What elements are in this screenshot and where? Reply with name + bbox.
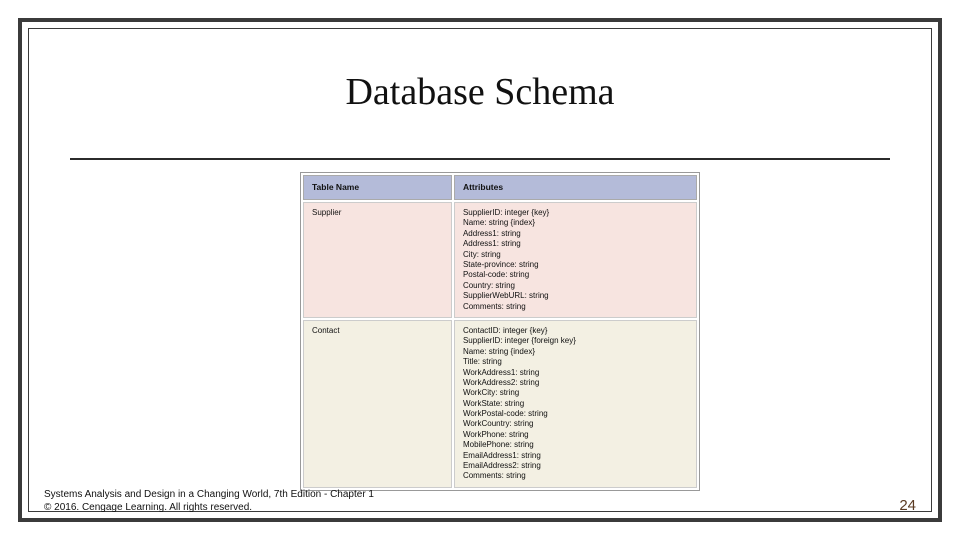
header-table-name: Table Name [303, 175, 452, 200]
footer-line-2: © 2016. Cengage Learning. All rights res… [44, 501, 374, 514]
cell-attributes: ContactID: integer {key} SupplierID: int… [454, 320, 697, 488]
header-attributes: Attributes [454, 175, 697, 200]
schema-table: Table Name Attributes Supplier SupplierI… [300, 172, 700, 491]
cell-attributes: SupplierID: integer {key} Name: string {… [454, 202, 697, 318]
slide-title: Database Schema [0, 70, 960, 114]
page-number: 24 [899, 497, 916, 514]
table-row: Supplier SupplierID: integer {key} Name:… [303, 202, 697, 318]
slide: Database Schema Table Name Attributes Su… [0, 0, 960, 540]
table-row: Contact ContactID: integer {key} Supplie… [303, 320, 697, 488]
footer: Systems Analysis and Design in a Changin… [44, 488, 374, 514]
table-header-row: Table Name Attributes [303, 175, 697, 200]
cell-table-name: Contact [303, 320, 452, 488]
footer-line-1: Systems Analysis and Design in a Changin… [44, 488, 374, 501]
cell-table-name: Supplier [303, 202, 452, 318]
title-rule [70, 158, 890, 160]
